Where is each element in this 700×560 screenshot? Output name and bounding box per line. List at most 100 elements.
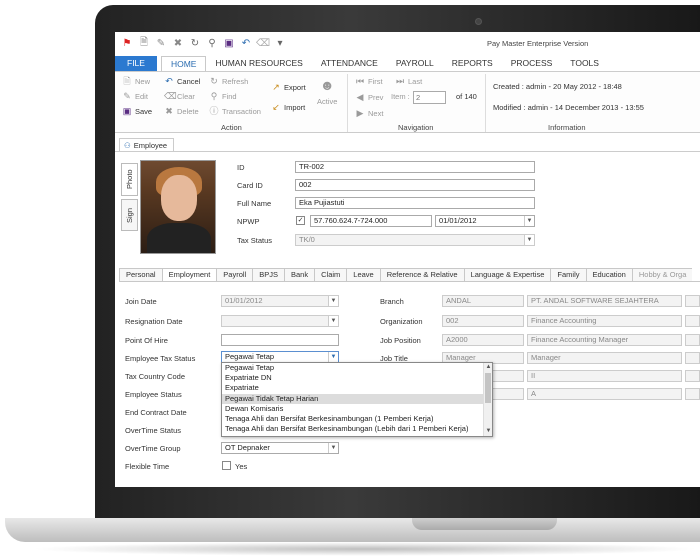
dropdown-option-selected[interactable]: Pegawai Tidak Tetap Harian: [222, 393, 492, 404]
active-toggle[interactable]: ☻ Active: [317, 77, 337, 106]
save-button[interactable]: ▣ Save: [122, 106, 152, 116]
delete-doc-icon[interactable]: ✖: [172, 37, 184, 49]
npwp-checkbox[interactable]: ✓: [296, 216, 305, 225]
tab-claim[interactable]: Claim: [314, 268, 347, 282]
tab-personal[interactable]: Personal: [119, 268, 162, 282]
branch-label: Branch: [380, 297, 404, 306]
tab-language-expertise[interactable]: Language & Expertise: [463, 268, 551, 282]
last-button[interactable]: ⏭ Last: [395, 76, 422, 86]
tab-bpjs[interactable]: BPJS: [252, 268, 284, 282]
find-button[interactable]: ⚲ Find: [209, 91, 237, 101]
tax-status-field[interactable]: TK/0 ▼: [295, 234, 535, 246]
export-button[interactable]: ↗ Export: [271, 82, 305, 92]
person-icon: ☻: [319, 77, 335, 93]
tab-process[interactable]: PROCESS: [502, 56, 562, 71]
export-icon: ↗: [272, 82, 280, 92]
tab-reports[interactable]: REPORTS: [443, 56, 502, 71]
item-input[interactable]: 2: [413, 91, 446, 104]
save-icon[interactable]: ▣: [223, 37, 235, 49]
tab-hobby-organization[interactable]: Hobby & Orga: [631, 268, 693, 282]
sign-side-tab[interactable]: Sign: [121, 199, 138, 231]
dropdown-option[interactable]: Tenaga Ahli dan Bersifat Berkesinambunga…: [222, 414, 492, 424]
clear-icon[interactable]: ⌫: [256, 37, 270, 49]
cancel-button[interactable]: ↶ Cancel: [164, 76, 200, 86]
employee-doc-tab[interactable]: ⚇ Employee: [119, 138, 174, 152]
dropdown-option[interactable]: Dewan Komisaris: [222, 404, 492, 414]
resignation-date-label: Resignation Date: [125, 317, 183, 326]
scroll-up-icon[interactable]: ▲: [484, 363, 492, 372]
tab-family[interactable]: Family: [550, 268, 586, 282]
employee-status-label: Employee Status: [125, 390, 182, 399]
laptop-shadow: [30, 542, 700, 556]
organization-code-field[interactable]: 002: [442, 315, 524, 327]
branch-lookup-button[interactable]: [685, 295, 700, 307]
transaction-button[interactable]: ⓘ Transaction: [209, 106, 260, 116]
find-icon[interactable]: ⚲: [206, 37, 218, 49]
chevron-down-icon[interactable]: ▼: [328, 316, 338, 326]
edit-button[interactable]: ✎ Edit: [122, 91, 148, 101]
chevron-down-icon[interactable]: ▼: [328, 352, 338, 362]
branch-code-field[interactable]: ANDAL: [442, 295, 524, 307]
job-title-lookup-button[interactable]: [685, 352, 700, 364]
dropdown-option[interactable]: Expatriate DN: [222, 373, 492, 383]
level-lookup-button[interactable]: [685, 388, 700, 400]
npwp-date-field[interactable]: 01/01/2012 ▼: [435, 215, 535, 227]
chevron-down-icon[interactable]: ▼: [524, 235, 534, 245]
undo-icon[interactable]: ↶: [240, 37, 252, 49]
organization-lookup-button[interactable]: [685, 315, 700, 327]
clear-button[interactable]: ⌫ Clear: [164, 91, 195, 101]
tab-bank[interactable]: Bank: [284, 268, 315, 282]
binoculars-icon: ⚲: [210, 91, 218, 101]
information-group-label: Information: [548, 123, 586, 132]
flexible-time-checkbox[interactable]: [222, 461, 231, 470]
resignation-date-field[interactable]: ▼: [221, 315, 339, 327]
chevron-down-icon[interactable]: ▼: [524, 216, 534, 226]
id-field[interactable]: TR-002: [295, 161, 535, 173]
scroll-down-icon[interactable]: ▼: [484, 427, 492, 436]
import-button[interactable]: ↙ Import: [271, 102, 305, 112]
tab-tools[interactable]: TOOLS: [561, 56, 608, 71]
file-menu[interactable]: FILE: [115, 56, 157, 71]
edit-doc-icon[interactable]: ✎: [155, 37, 167, 49]
dropdown-option[interactable]: Pegawai Tetap: [222, 363, 492, 373]
card-id-field[interactable]: 002: [295, 179, 535, 191]
delete-icon: ✖: [165, 106, 173, 116]
overtime-group-select[interactable]: OT Depnaker ▼: [221, 442, 339, 454]
join-date-field[interactable]: 01/01/2012 ▼: [221, 295, 339, 307]
job-position-lookup-button[interactable]: [685, 334, 700, 346]
tab-human-resources[interactable]: HUMAN RESOURCES: [206, 56, 311, 71]
photo-side-tab[interactable]: Photo: [121, 163, 138, 196]
npwp-label: NPWP: [237, 217, 260, 226]
refresh-button[interactable]: ↻ Refresh: [209, 76, 248, 86]
dropdown-option[interactable]: Tenaga Ahli dan Bersifat Berkesinambunga…: [222, 424, 492, 434]
end-contract-label: End Contract Date: [125, 408, 187, 417]
chevron-down-icon[interactable]: ▼: [328, 296, 338, 306]
tab-home[interactable]: HOME: [160, 56, 207, 71]
tab-education[interactable]: Education: [585, 268, 632, 282]
tab-payroll[interactable]: Payroll: [216, 268, 253, 282]
tab-attendance[interactable]: ATTENDANCE: [312, 56, 387, 71]
tab-employment[interactable]: Employment: [161, 268, 217, 282]
refresh-icon[interactable]: ↻: [189, 37, 201, 49]
npwp-field[interactable]: 57.760.624.7-724.000: [310, 215, 432, 227]
first-button[interactable]: ⏮ First: [355, 76, 383, 86]
dropdown-option[interactable]: Expatriate: [222, 383, 492, 393]
full-name-field[interactable]: Eka Pujiastuti: [295, 197, 535, 209]
tab-reference-relative[interactable]: Reference & Relative: [379, 268, 464, 282]
prev-button[interactable]: ◀ Prev: [355, 92, 384, 102]
chevron-down-icon[interactable]: ▼: [328, 443, 338, 453]
action-group-label: Action: [221, 123, 242, 132]
delete-button[interactable]: ✖ Delete: [164, 106, 198, 116]
customize-qat-icon[interactable]: ▾: [274, 37, 286, 49]
webcam: [475, 18, 482, 25]
next-button[interactable]: ▶ Next: [355, 108, 384, 118]
tab-leave[interactable]: Leave: [346, 268, 380, 282]
new-button[interactable]: 🗎 New: [122, 76, 150, 86]
job-position-code-field[interactable]: A2000: [442, 334, 524, 346]
point-of-hire-field[interactable]: [221, 334, 339, 346]
grade-lookup-button[interactable]: [685, 370, 700, 382]
tab-payroll[interactable]: PAYROLL: [387, 56, 443, 71]
new-doc-icon[interactable]: 🗎: [138, 37, 150, 49]
dropdown-scrollbar[interactable]: ▲ ▼: [483, 363, 492, 436]
scrollbar-thumb[interactable]: [485, 373, 491, 403]
